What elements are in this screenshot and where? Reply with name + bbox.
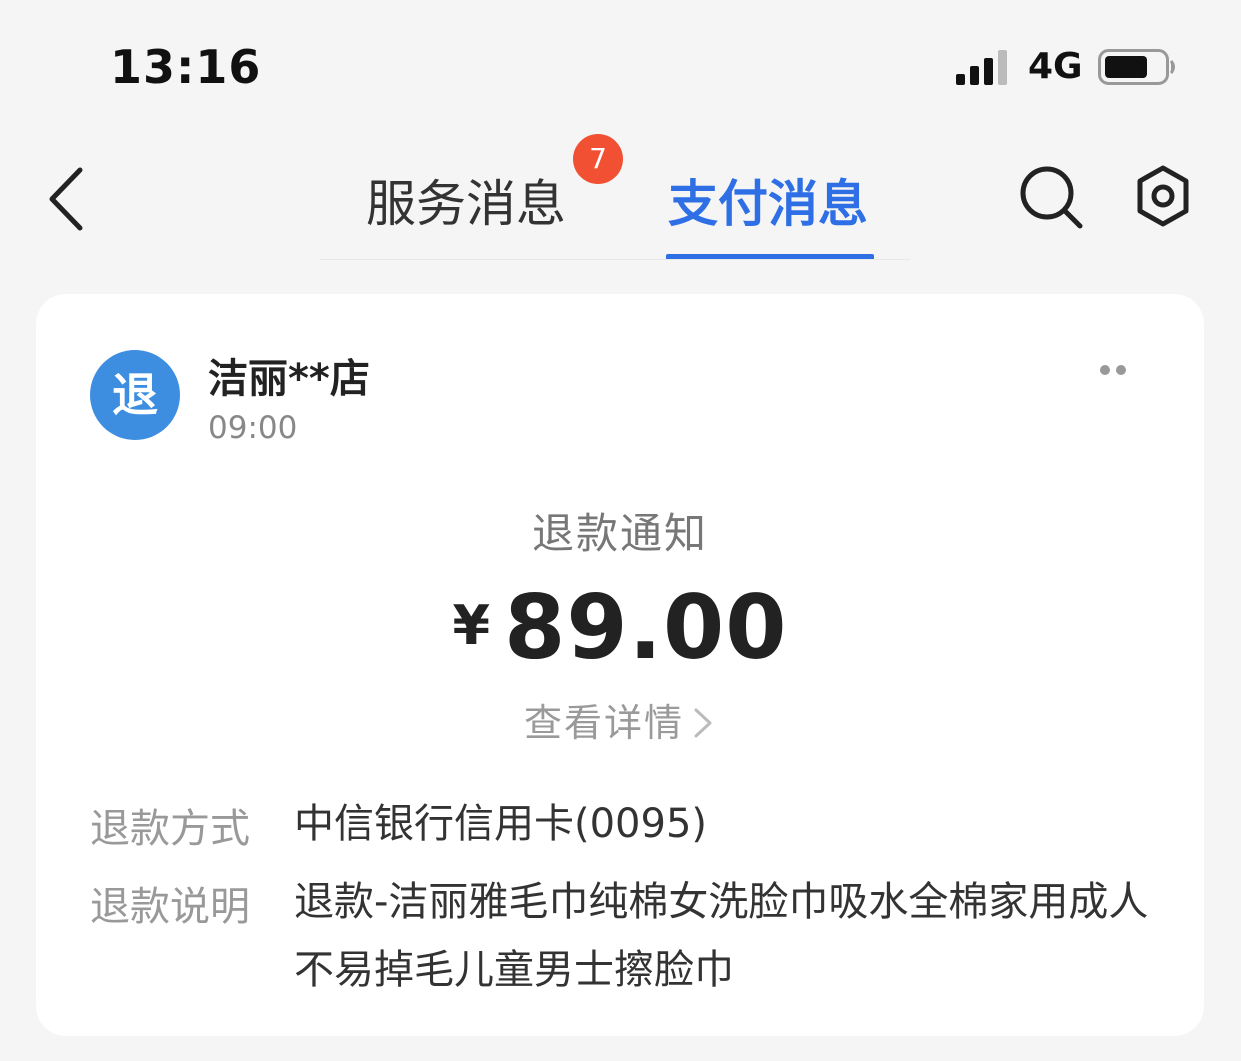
refund-method-value: 中信银行信用卡(0095) — [294, 801, 708, 847]
refund-amount: ¥89.00 — [36, 576, 1204, 679]
refund-description-value: 退款-洁丽雅毛巾纯棉女洗脸巾吸水全棉家用成人不易掉毛儿童男士擦脸巾 — [294, 879, 1149, 993]
payment-message-card[interactable]: 退 洁丽**店 09:00 退款通知 ¥89.00 查看详情 退款方式 中信银行… — [36, 294, 1204, 1036]
search-icon[interactable] — [1018, 164, 1084, 230]
back-icon[interactable] — [40, 164, 96, 234]
amount-value: 89.00 — [504, 576, 788, 679]
refund-method-label: 退款方式 — [90, 806, 250, 852]
status-bar: 13:16 4G — [0, 0, 1241, 120]
view-details-label: 查看详情 — [523, 701, 684, 745]
merchant-name: 洁丽**店 — [208, 356, 370, 402]
tab-divider — [320, 259, 910, 260]
notice-title: 退款通知 — [531, 509, 708, 558]
status-time: 13:16 — [110, 40, 262, 94]
top-navigation: 服务消息 7 支付消息 — [0, 120, 1241, 262]
refund-description-label: 退款说明 — [90, 884, 250, 930]
gear-icon[interactable] — [1132, 164, 1194, 230]
unread-badge: 7 — [573, 134, 623, 184]
currency-symbol: ¥ — [452, 594, 491, 657]
refund-avatar: 退 — [90, 350, 180, 440]
message-time: 09:00 — [208, 410, 298, 446]
signal-icon — [956, 50, 1007, 85]
battery-icon — [1098, 49, 1175, 85]
view-details-link[interactable]: 查看详情 — [36, 692, 1204, 747]
tab-service-messages[interactable]: 服务消息 — [366, 164, 566, 262]
tab-payment-messages[interactable]: 支付消息 — [668, 164, 868, 262]
network-type: 4G — [1028, 46, 1083, 87]
more-dots-icon[interactable] — [1096, 358, 1130, 382]
chevron-right-icon — [694, 708, 712, 738]
